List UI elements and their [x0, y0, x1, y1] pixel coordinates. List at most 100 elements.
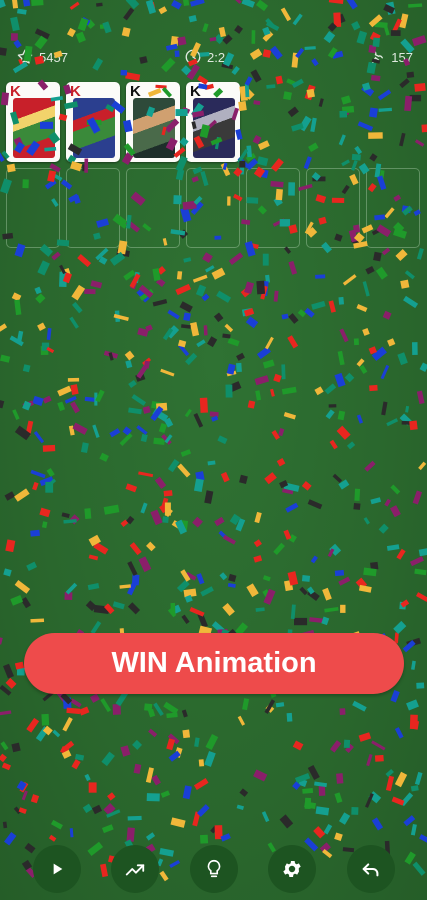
- confetti-piece: [342, 274, 357, 286]
- confetti-piece: [125, 483, 138, 493]
- win-animation-button[interactable]: WIN Animation: [24, 633, 404, 694]
- confetti-piece: [157, 266, 166, 275]
- confetti-piece: [0, 710, 12, 716]
- confetti-piece: [164, 417, 174, 428]
- confetti-piece: [336, 425, 351, 440]
- tableau-slot[interactable]: [306, 168, 360, 248]
- tableau-slot[interactable]: [246, 168, 300, 248]
- foundation-card[interactable]: K: [66, 82, 120, 162]
- confetti-piece: [152, 408, 169, 422]
- confetti-piece: [72, 301, 83, 314]
- settings-button[interactable]: [268, 845, 316, 893]
- confetti-piece: [304, 307, 315, 318]
- confetti-piece: [283, 412, 296, 420]
- confetti-piece: [37, 322, 46, 332]
- confetti-piece: [22, 364, 31, 373]
- confetti-piece: [220, 471, 230, 483]
- confetti-piece: [32, 481, 39, 491]
- tableau-slot[interactable]: [366, 168, 420, 248]
- confetti-piece: [337, 410, 346, 421]
- confetti-piece: [343, 739, 351, 749]
- tableau-slot[interactable]: [186, 168, 240, 248]
- confetti-piece: [66, 27, 76, 38]
- confetti-piece: [369, 153, 378, 162]
- confetti-piece: [160, 790, 171, 798]
- confetti-piece: [77, 17, 89, 32]
- confetti-piece: [204, 751, 216, 767]
- confetti-piece: [321, 616, 330, 626]
- confetti-piece: [74, 753, 85, 761]
- confetti-piece: [265, 21, 280, 32]
- confetti-piece: [14, 580, 31, 594]
- confetti-piece: [60, 746, 70, 755]
- confetti-piece: [151, 774, 161, 786]
- confetti-piece: [62, 740, 75, 752]
- confetti-piece: [101, 824, 114, 834]
- time-value: 2:2: [207, 49, 226, 65]
- foundation-card[interactable]: K: [126, 82, 180, 162]
- play-button[interactable]: [33, 845, 81, 893]
- confetti-piece: [131, 574, 140, 586]
- confetti-piece: [189, 607, 205, 617]
- confetti-piece: [369, 384, 378, 392]
- confetti-piece: [222, 333, 231, 339]
- confetti-piece: [229, 513, 241, 526]
- confetti-piece: [163, 701, 179, 715]
- confetti-piece: [273, 290, 279, 302]
- confetti-piece: [133, 271, 140, 284]
- confetti-piece: [354, 488, 361, 501]
- foundation-card[interactable]: K: [6, 82, 60, 162]
- confetti-piece: [239, 474, 248, 484]
- confetti-piece: [400, 279, 410, 289]
- confetti-piece: [200, 586, 214, 597]
- confetti-piece: [337, 350, 345, 366]
- confetti-piece: [189, 0, 205, 7]
- confetti-piece: [152, 298, 168, 307]
- confetti-piece: [399, 132, 406, 147]
- undo-button[interactable]: [347, 845, 395, 893]
- tableau-slot[interactable]: [126, 168, 180, 248]
- confetti-piece: [338, 479, 350, 490]
- stats-button[interactable]: [111, 845, 159, 893]
- tableau-slot[interactable]: [6, 168, 60, 248]
- confetti-piece: [262, 575, 271, 582]
- tableau-slot[interactable]: [66, 168, 120, 248]
- confetti-piece: [21, 790, 28, 801]
- confetti-piece: [14, 488, 30, 502]
- confetti-piece: [11, 742, 21, 753]
- confetti-piece: [0, 741, 9, 751]
- confetti-piece: [414, 568, 427, 576]
- confetti-piece: [327, 22, 338, 32]
- confetti-piece: [404, 95, 413, 112]
- confetti-piece: [26, 717, 40, 733]
- confetti-piece: [292, 13, 303, 26]
- confetti-piece: [392, 18, 402, 33]
- confetti-piece: [265, 704, 275, 713]
- foundation-card[interactable]: K: [186, 82, 240, 162]
- confetti-piece: [371, 817, 384, 831]
- confetti-piece: [328, 404, 337, 408]
- confetti-piece: [142, 405, 151, 414]
- confetti-piece: [371, 346, 387, 362]
- confetti-piece: [72, 422, 88, 435]
- confetti-piece: [283, 91, 292, 101]
- confetti-piece: [252, 134, 262, 145]
- confetti-piece: [222, 534, 236, 545]
- confetti-piece: [227, 582, 236, 588]
- confetti-piece: [330, 740, 342, 753]
- confetti-piece: [254, 511, 262, 524]
- confetti-piece: [180, 569, 191, 582]
- confetti-piece: [160, 497, 169, 510]
- hint-button[interactable]: [190, 845, 238, 893]
- confetti-piece: [126, 515, 135, 525]
- confetti-piece: [138, 284, 154, 299]
- confetti-piece: [340, 604, 346, 613]
- confetti-piece: [332, 473, 343, 483]
- confetti-piece: [41, 521, 48, 529]
- confetti-piece: [202, 252, 213, 263]
- confetti-piece: [288, 260, 298, 275]
- confetti-piece: [245, 316, 259, 329]
- confetti-piece: [334, 792, 343, 804]
- confetti-piece: [292, 781, 301, 790]
- moves-value: 157: [391, 49, 413, 65]
